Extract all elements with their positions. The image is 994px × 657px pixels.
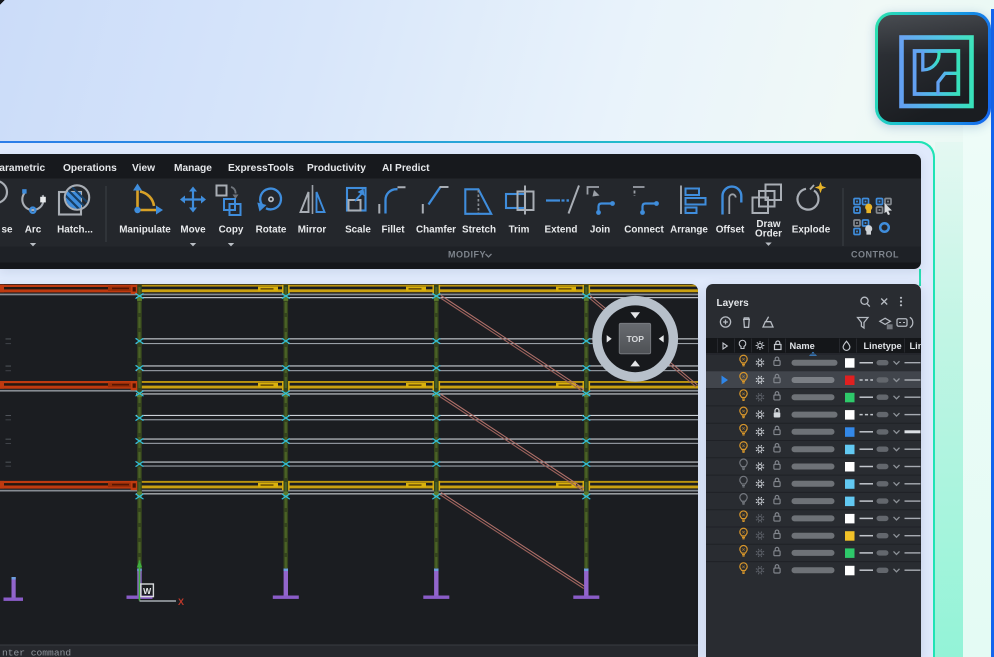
svg-text:Explode: Explode — [792, 224, 831, 235]
svg-text:Hatch...: Hatch... — [57, 224, 93, 235]
svg-text:Mirror: Mirror — [298, 224, 327, 235]
svg-text:Rotate: Rotate — [256, 224, 287, 235]
svg-text:Manipulate: Manipulate — [119, 224, 171, 235]
svg-text:CONTROL: CONTROL — [851, 249, 899, 259]
svg-text:Manage: Manage — [174, 163, 212, 174]
svg-text:Join: Join — [590, 224, 610, 235]
svg-text:Linetype: Linetype — [863, 341, 901, 351]
svg-text:Stretch: Stretch — [462, 224, 496, 235]
svg-text:nter command: nter command — [2, 647, 71, 657]
svg-text:X: X — [178, 597, 184, 607]
svg-text:TOP: TOP — [626, 334, 644, 344]
svg-text:W: W — [143, 586, 152, 596]
svg-text:Name: Name — [789, 341, 814, 351]
svg-text:MODIFY: MODIFY — [448, 249, 486, 259]
svg-text:Arrange: Arrange — [670, 224, 708, 235]
svg-text:Move: Move — [180, 224, 206, 235]
svg-text:Layers: Layers — [716, 298, 749, 309]
svg-text:Operations: Operations — [63, 163, 117, 174]
svg-text:Trim: Trim — [509, 224, 530, 235]
svg-text:Chamfer: Chamfer — [416, 224, 456, 235]
svg-text:Arc: Arc — [25, 224, 42, 235]
svg-text:ExpressTools: ExpressTools — [228, 163, 294, 174]
svg-text:Connect: Connect — [624, 224, 664, 235]
svg-text:AI Predict: AI Predict — [382, 163, 430, 174]
svg-text:Lin: Lin — [909, 341, 921, 351]
svg-text:Offset: Offset — [716, 224, 745, 235]
svg-text:Order: Order — [755, 228, 782, 239]
svg-text:View: View — [132, 163, 155, 174]
svg-text:Productivity: Productivity — [307, 163, 366, 174]
svg-text:Copy: Copy — [219, 224, 244, 235]
svg-text:Scale: Scale — [345, 224, 371, 235]
svg-text:Parametric: Parametric — [0, 163, 46, 174]
svg-text:Extend: Extend — [545, 224, 578, 235]
svg-text:se: se — [2, 224, 13, 235]
svg-text:Fillet: Fillet — [381, 224, 405, 235]
